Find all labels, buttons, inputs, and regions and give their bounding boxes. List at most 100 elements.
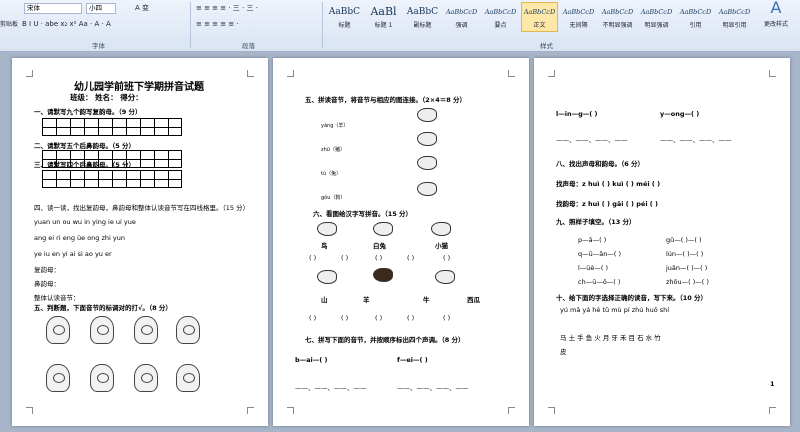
paragraph-align-toolbar[interactable]: ≡ ≡ ≡ ≡ ≡ · xyxy=(196,19,306,30)
fill-row: juǎn—( )—( ) xyxy=(666,264,708,272)
find-finals-row: 找韵母：z huì ( ) gāi ( ) péi ( ) xyxy=(556,200,659,208)
answer-paren: ( ) xyxy=(375,314,383,322)
document-page-3[interactable]: l—in—g—( ) y—ong—( ) ——、——、——、—— ——、——、—… xyxy=(534,58,790,426)
style-item[interactable]: AaBbCcD 明显强调 xyxy=(638,2,675,32)
style-name: 明显引用 xyxy=(722,22,747,29)
style-name: 无间隔 xyxy=(569,22,588,29)
style-preview: AaBbC xyxy=(406,7,439,17)
answer-paren: ( ) xyxy=(443,254,451,262)
style-preview: AaBbCcD xyxy=(601,8,634,16)
style-preview: AaBbCcD xyxy=(445,8,478,16)
fill-row: ch—ū—ō—( ) xyxy=(578,278,621,286)
document-page-1[interactable]: 幼儿园学前班下学期拼音试题 班级： 姓名： 得分： 一、请默写九个韵写复韵母。（… xyxy=(12,58,268,426)
font-name-select[interactable]: 宋体 xyxy=(24,3,82,14)
style-item[interactable]: AaBbCcD 正文 xyxy=(521,2,558,32)
answer-paren: ( ) xyxy=(375,254,383,262)
paragraph-list-toolbar[interactable]: ≡ ≡ ≡ ≡ · 三 · 三 · xyxy=(196,3,306,14)
question-8: 八、找出声母和韵母。（6 分） xyxy=(556,160,645,168)
syllable-ling: l—in—g—( ) xyxy=(556,110,598,118)
clipboard-label: 剪贴板 xyxy=(0,21,19,28)
page-corner-mark xyxy=(287,70,294,77)
tone-picture xyxy=(46,316,70,344)
page-corner-mark xyxy=(247,70,254,77)
cow-picture xyxy=(373,268,393,282)
question-4: 四、读一读，找出复韵母，鼻韵母和整体认读音节写在四线格里。（15 分） xyxy=(34,204,250,212)
answer-paren: ( ) xyxy=(309,314,317,322)
tone-picture xyxy=(134,364,158,392)
answer-paren: ( ) xyxy=(341,314,349,322)
writing-grid xyxy=(42,118,182,136)
rabbit-picture xyxy=(373,222,393,236)
pig-picture xyxy=(417,132,437,146)
label-watermelon: 西瓜 xyxy=(467,296,480,304)
tone-picture xyxy=(90,364,114,392)
syllable-fei: f—ei—( ) xyxy=(397,356,428,364)
page-corner-mark xyxy=(26,407,33,414)
answer-paren: ( ) xyxy=(341,254,349,262)
label-cat: 小猫 xyxy=(435,242,448,250)
document-page-2[interactable]: 五、拼读音节，将音节与相应的图连接。（2×4＝8 分） yáng（羊） zhū（… xyxy=(273,58,529,426)
label-mountain: 山 xyxy=(321,296,328,304)
style-item[interactable]: AaBbCcD 强调 xyxy=(443,2,480,32)
style-item[interactable]: AaBbC 标题 xyxy=(326,2,363,32)
question-9: 九、照样子填空。（13 分） xyxy=(556,218,636,226)
bird-picture xyxy=(317,222,337,236)
style-item[interactable]: AaBbCcD 无间隔 xyxy=(560,2,597,32)
group-divider xyxy=(190,2,191,48)
fill-row: zhōu—( )—( ) xyxy=(666,278,709,286)
question-10: 十、给下面的字选择正确的读音，写下来。（10 分） xyxy=(556,294,708,302)
pinyin-row-1: yuan un ou wu in ying ie ui yue xyxy=(34,218,136,226)
question-5: 五、判断题，下面音节的标调对的打√。（8 分） xyxy=(34,304,172,312)
dog-picture xyxy=(417,108,437,122)
fill-row: p—ā—( ) xyxy=(578,236,607,244)
pinyin-row-3: ye iu en yi ai si ao yu er xyxy=(34,250,112,258)
question-3: 三、请默写四个后鼻韵母。（5 分） xyxy=(34,161,136,169)
change-styles-label[interactable]: 更改样式 xyxy=(754,19,798,30)
watermelon-picture xyxy=(435,270,455,284)
font-grow-shrink-buttons[interactable]: A 变 xyxy=(120,3,164,14)
question-7: 七、拼写下面的音节，并按顺序标出四个声调。（8 分） xyxy=(305,336,465,344)
style-item[interactable]: AaBbC 副标题 xyxy=(404,2,441,32)
label-sheep: 羊 xyxy=(363,296,370,304)
style-item[interactable]: AaBbCcD 引用 xyxy=(677,2,714,32)
style-item[interactable]: AaBl 标题 1 xyxy=(365,2,402,32)
answer-paren: ( ) xyxy=(443,314,451,322)
syllable-yong: y—ong—( ) xyxy=(660,110,700,118)
style-item[interactable]: AaBbCcD 要点 xyxy=(482,2,519,32)
font-size-select[interactable]: 小四 xyxy=(86,3,116,14)
tone-picture xyxy=(176,316,200,344)
style-name: 副标题 xyxy=(413,22,432,29)
style-name: 不明显强调 xyxy=(602,22,633,29)
page-corner-mark xyxy=(548,407,555,414)
tone-picture xyxy=(176,364,200,392)
style-name: 要点 xyxy=(494,22,507,29)
style-preview: AaBbCcD xyxy=(679,8,712,16)
writing-grid xyxy=(42,170,182,188)
style-preview: AaBbCcD xyxy=(484,8,517,16)
answer-paren: ( ) xyxy=(309,254,317,262)
style-item[interactable]: AaBbCcD 明显引用 xyxy=(716,2,753,32)
tone-picture xyxy=(134,316,158,344)
student-info-line: 班级： 姓名： 得分： xyxy=(70,93,143,102)
font-format-toolbar[interactable]: B I U · abe x₂ x² Aa · A · A xyxy=(22,19,182,30)
question-6: 六、看图给汉字写拼音。（15 分） xyxy=(313,210,413,218)
page-corner-mark xyxy=(769,70,776,77)
paragraph-group-label: 段落 xyxy=(242,42,255,50)
style-name: 引用 xyxy=(689,22,702,29)
answer-compound-finals: 复韵母： xyxy=(34,266,60,274)
style-name: 标题 1 xyxy=(374,22,393,29)
question-1: 一、请默写九个韵写复韵母。（9 分） xyxy=(34,108,142,116)
style-item[interactable]: AaBbCcD 不明显强调 xyxy=(599,2,636,32)
answer-whole-syllables: 整体认读音节： xyxy=(34,294,80,302)
page-corner-mark xyxy=(769,407,776,414)
tone-picture xyxy=(46,364,70,392)
fill-row: lún—( )—( ) xyxy=(666,250,704,258)
page-corner-mark xyxy=(508,70,515,77)
style-name: 明显强调 xyxy=(644,22,669,29)
label-cow: 牛 xyxy=(423,296,430,304)
style-preview: AaBbCcD xyxy=(640,8,673,16)
style-name: 标题 xyxy=(338,22,351,29)
answer-nasal-finals: 鼻韵母： xyxy=(34,280,60,288)
group-divider xyxy=(322,2,323,48)
mountain-picture xyxy=(317,270,337,284)
